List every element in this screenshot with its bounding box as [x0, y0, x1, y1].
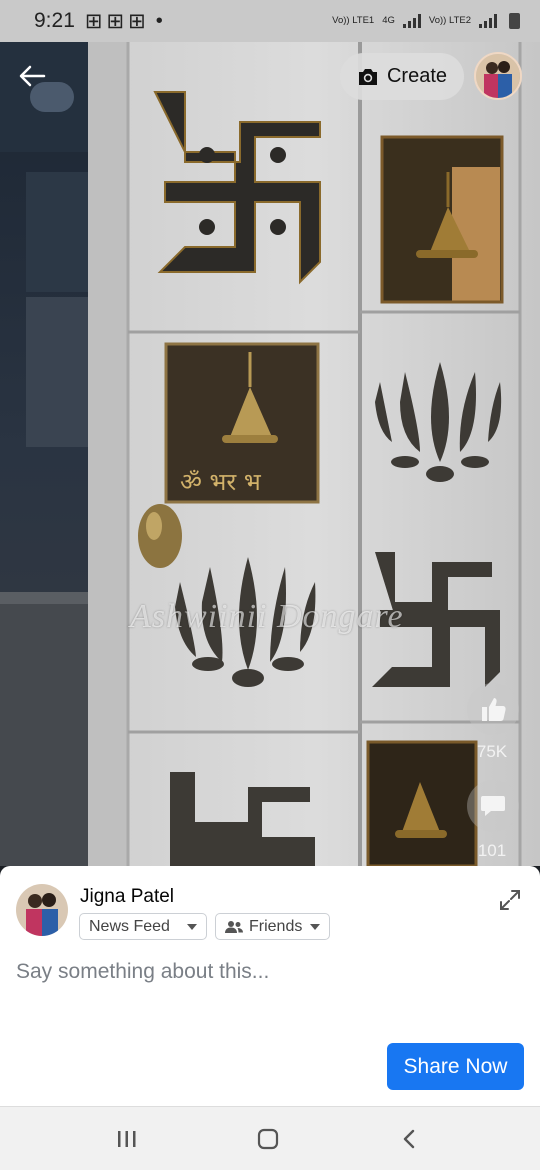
audience-feed-dropdown[interactable]: News Feed	[79, 913, 207, 940]
recent-apps-button[interactable]	[112, 1125, 142, 1153]
signal-icon	[479, 14, 497, 28]
home-icon	[257, 1128, 279, 1150]
user-avatar	[16, 884, 68, 936]
back-button[interactable]	[14, 58, 50, 94]
sim2-label: Vo)) LTE2	[428, 15, 471, 26]
arrow-left-icon	[19, 65, 46, 87]
battery-icon	[509, 13, 520, 29]
video-watermark: Ashwiinii Dongare	[130, 598, 404, 635]
home-button[interactable]	[253, 1125, 283, 1153]
user-name: Jigna Patel	[80, 886, 175, 907]
caret-down-icon	[187, 923, 197, 930]
system-back-button[interactable]	[394, 1125, 424, 1153]
share-now-button[interactable]: Share Now	[387, 1043, 524, 1090]
notification-icon: ⊞	[128, 9, 146, 33]
friends-icon	[225, 920, 243, 933]
notification-dot: •	[155, 9, 163, 32]
camera-icon	[358, 68, 377, 85]
chevron-left-icon	[403, 1129, 415, 1149]
audience-feed-label: News Feed	[89, 917, 170, 935]
status-indicators: Vo)) LTE1 4G Vo)) LTE2	[332, 13, 520, 29]
privacy-label: Friends	[249, 917, 303, 935]
thumbs-up-icon	[482, 698, 506, 721]
like-count: 75K	[476, 742, 508, 761]
like-button[interactable]	[467, 683, 519, 735]
comment-button[interactable]	[467, 780, 519, 832]
video-player[interactable]: ॐ भर भ	[0, 42, 540, 866]
post-text-input[interactable]	[16, 960, 516, 984]
caret-down-icon	[310, 923, 320, 930]
video-frame: ॐ भर भ	[0, 42, 540, 866]
panel-devanagari-text: ॐ भर भ	[180, 468, 262, 496]
recent-apps-icon	[118, 1131, 136, 1147]
comment-count: 101	[477, 841, 507, 860]
create-button[interactable]: Create	[340, 53, 464, 100]
signal-icon	[402, 14, 421, 28]
create-label: Create	[386, 65, 448, 87]
profile-avatar[interactable]	[474, 52, 522, 100]
share-sheet: Jigna Patel News Feed Friends Share Now	[0, 866, 540, 1106]
network-type: 4G	[382, 15, 395, 26]
avatar-image	[16, 884, 68, 936]
privacy-dropdown[interactable]: Friends	[215, 913, 330, 940]
notification-icon: ⊞	[84, 9, 103, 33]
comment-icon	[481, 796, 505, 816]
expand-button[interactable]	[498, 888, 522, 912]
notification-icon: ⊞	[106, 9, 125, 33]
sim1-label: Vo)) LTE1	[332, 15, 375, 26]
expand-icon	[500, 890, 520, 910]
status-bar: 9:21 ⊞ ⊞ ⊞ • Vo)) LTE1 4G Vo)) LTE2	[0, 0, 540, 42]
status-time: 9:21	[34, 9, 75, 32]
system-nav-bar	[0, 1106, 540, 1170]
avatar-image	[476, 54, 520, 98]
